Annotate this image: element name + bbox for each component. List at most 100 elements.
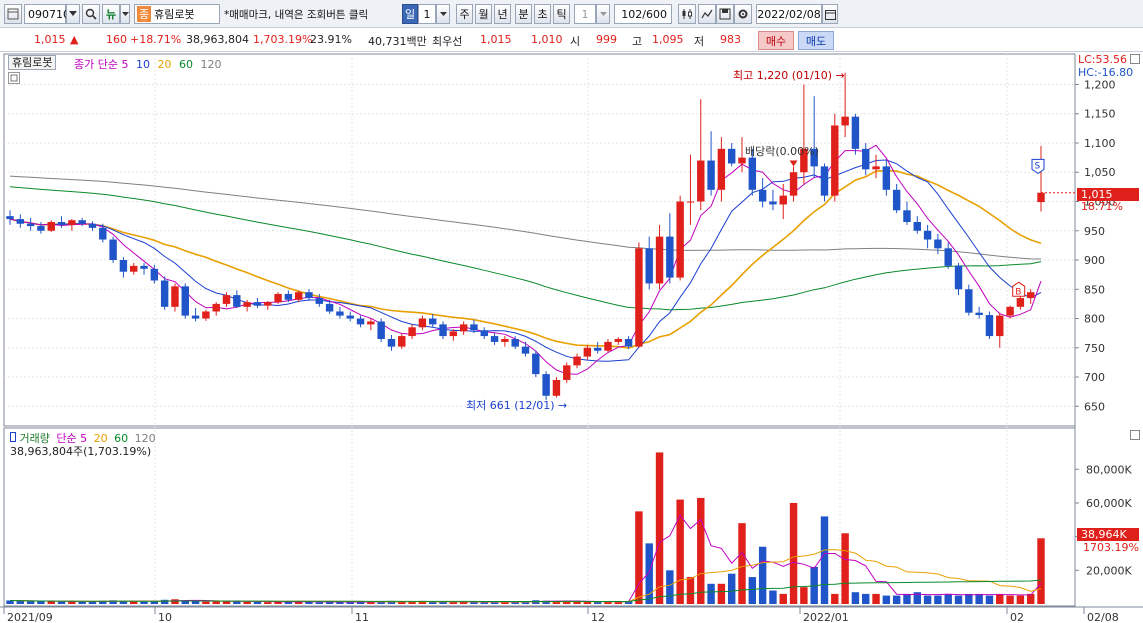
tab-month[interactable]: 월 — [475, 4, 492, 24]
candle-body — [645, 248, 653, 284]
candle-body — [160, 280, 169, 307]
volume-bar — [769, 590, 777, 604]
price-change: 160 — [106, 33, 127, 46]
chart-title: 휴림로봇 — [12, 56, 53, 69]
save-icon[interactable] — [716, 4, 734, 24]
volume-bar — [758, 546, 767, 604]
date-tick-label: 12 — [591, 611, 605, 623]
volume-bar — [666, 570, 674, 604]
stock-name-field[interactable]: 종 휴림로봇 — [134, 4, 220, 24]
candle-type-icon[interactable] — [678, 4, 696, 24]
data-count-total: /600 — [642, 7, 667, 21]
price-panel-close-icon[interactable] — [1130, 54, 1140, 64]
candle-body — [1016, 298, 1025, 307]
calendar-icon[interactable] — [822, 4, 838, 24]
tab-day[interactable]: 일 — [402, 4, 418, 24]
buy-button[interactable]: 매수 — [758, 31, 794, 50]
code-dropdown-icon[interactable] — [66, 4, 80, 24]
volume-bar — [841, 533, 849, 604]
candle-body — [480, 330, 488, 337]
chart-option-icon[interactable] — [8, 72, 20, 84]
candle-body — [191, 315, 200, 319]
legend-ma-type[interactable]: 종가 단순 — [74, 58, 118, 71]
volume-tick-label: 60,000K — [1086, 497, 1132, 510]
tab-second[interactable]: 초 — [534, 4, 551, 24]
candle-body — [717, 148, 726, 190]
volume-bar — [1037, 538, 1045, 604]
draw-tool-icon[interactable] — [698, 4, 716, 24]
volume-bar — [851, 592, 860, 604]
tab-week[interactable]: 주 — [456, 4, 473, 24]
search-icon[interactable] — [82, 4, 100, 24]
tab-minute[interactable]: 분 — [515, 4, 532, 24]
tab-tick[interactable]: 틱 — [553, 4, 570, 24]
candle-body — [16, 219, 25, 224]
sell-button[interactable]: 매도 — [798, 31, 834, 50]
gear-icon[interactable] — [734, 4, 752, 24]
volume-bar — [686, 577, 695, 604]
legend-ma10[interactable]: 10 — [136, 58, 150, 71]
low-price: 983 — [720, 33, 741, 46]
period-value-input[interactable]: 1 — [418, 4, 436, 24]
price-tick-label: 800 — [1084, 313, 1105, 326]
candle-body — [47, 221, 55, 231]
volume-current: 38,963,804주(1,703.19%) — [10, 445, 152, 458]
chart-title-box[interactable]: 휴림로봇 — [8, 55, 57, 70]
price-tick-label: 900 — [1084, 254, 1105, 267]
stock-chart[interactable]: 1,2001,1501,1001,0501,000950900850800750… — [0, 52, 1143, 623]
volume-pct: 1,703.19% — [253, 33, 313, 46]
legend-ma5[interactable]: 5 — [121, 58, 128, 71]
candle-body — [294, 292, 303, 300]
price-tick-label: 700 — [1084, 371, 1105, 384]
volume-panel-close-icon[interactable] — [1130, 430, 1140, 440]
legend-ma60[interactable]: 60 — [179, 58, 193, 71]
candle-body — [769, 201, 777, 205]
volume-bar — [160, 599, 169, 604]
candle-body — [789, 172, 798, 196]
candle-body — [779, 195, 787, 205]
candle-body — [439, 324, 447, 337]
volume-bar — [975, 593, 983, 604]
date-tick-label: 02 — [1010, 611, 1024, 623]
best-bid: 1,010 — [531, 33, 563, 46]
open-label: 시 — [570, 35, 581, 48]
candle-body — [1006, 306, 1014, 316]
candle-body — [181, 286, 189, 316]
tick-dropdown-icon[interactable] — [596, 4, 610, 24]
high-price: 1,095 — [652, 33, 684, 46]
tick-value-input[interactable]: 1 — [574, 4, 596, 24]
price-tick-label: 1,150 — [1084, 108, 1116, 121]
volume-panel[interactable] — [3, 427, 1076, 607]
candle-body — [542, 374, 550, 396]
stock-code-input[interactable]: 090710 — [24, 4, 70, 24]
candle-body — [965, 289, 973, 313]
legend-ma20[interactable]: 20 — [157, 58, 171, 71]
best-quote-label: 최우선 — [432, 35, 463, 48]
candle-body — [37, 226, 45, 231]
legend-ma120[interactable]: 120 — [200, 58, 221, 71]
tab-year[interactable]: 년 — [494, 4, 511, 24]
date-axis: 2021/09 10 11 12 2022/01 02 02/08 — [0, 606, 1143, 623]
candle-body — [57, 221, 66, 225]
candle-body — [923, 230, 932, 240]
volume-bar — [985, 595, 994, 604]
open-price: 999 — [596, 33, 617, 46]
price-tick-label: 850 — [1084, 283, 1105, 296]
menu-icon[interactable] — [4, 4, 22, 24]
sell-signal-label: S — [1035, 161, 1041, 171]
period-dropdown-icon[interactable] — [436, 4, 450, 24]
candle-body — [398, 336, 406, 347]
data-count-field[interactable]: 102/600 — [614, 4, 672, 24]
high-label: 고 — [632, 35, 643, 48]
news-dropdown-icon[interactable] — [120, 4, 130, 24]
volume-bar — [831, 593, 839, 604]
volume-bar — [923, 595, 932, 604]
price-tick-label: 650 — [1084, 400, 1105, 413]
candle-body — [841, 116, 849, 126]
candle-body — [820, 166, 829, 196]
news-icon[interactable]: 뉴 — [102, 4, 120, 24]
date-input[interactable]: 2022/02/08 — [756, 4, 822, 24]
candle-body — [109, 239, 117, 261]
candle-body — [264, 302, 272, 306]
volume-bar — [1006, 595, 1014, 604]
